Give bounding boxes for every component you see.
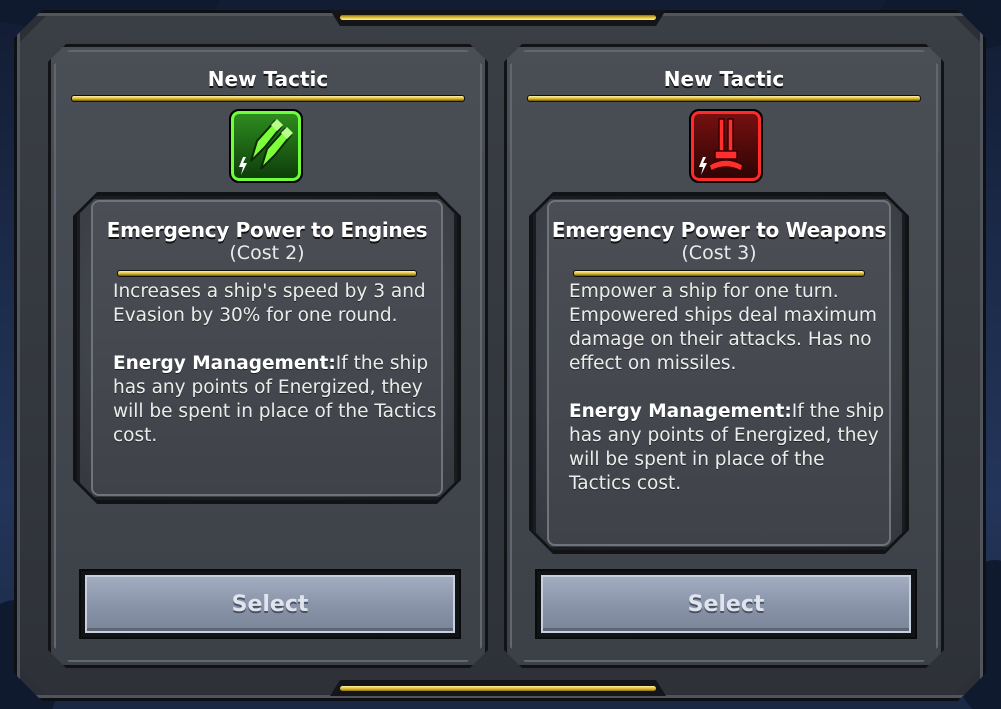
card-header: New Tactic [663, 67, 785, 91]
select-weapons-button[interactable]: Select [541, 575, 911, 633]
card-header: New Tactic [207, 67, 329, 91]
tactic-name: Emergency Power to Weapons [551, 218, 887, 242]
mechanic-label: Energy Management: [569, 401, 792, 422]
header-divider [71, 95, 465, 102]
tactic-description-panel: Emergency Power to Engines (Cost 2) Incr… [73, 192, 461, 504]
tactic-description: Empower a ship for one turn. Empowered s… [569, 280, 885, 520]
select-engines-button[interactable]: Select [85, 575, 455, 633]
tactic-cost: (Cost 3) [681, 242, 757, 264]
frame-bottom-accent [330, 680, 666, 696]
description-divider [573, 270, 865, 277]
select-button-frame: Select [535, 569, 917, 639]
tactic-effect-text: Empower a ship for one turn. Empowered s… [569, 281, 877, 374]
frame-top-accent [330, 10, 666, 26]
tactic-effect-text: Increases a ship's speed by 3 and Evasio… [113, 281, 426, 326]
header-divider [527, 95, 921, 102]
weapons-power-icon [689, 109, 763, 183]
tactic-mechanic: Energy Management:If the ship has any po… [113, 352, 437, 448]
description-divider [117, 270, 417, 277]
engines-boost-icon [229, 109, 303, 183]
tactic-name: Emergency Power to Engines [106, 218, 428, 242]
tactic-description: Increases a ship's speed by 3 and Evasio… [113, 280, 437, 472]
tactic-cost: (Cost 2) [229, 242, 305, 264]
tactic-description-panel: Emergency Power to Weapons (Cost 3) Empo… [529, 192, 909, 554]
tactic-card-engines: New Tactic Emergency Power to Engines (C… [48, 44, 488, 668]
tactic-card-weapons: New Tactic Emergency Power to Weapons (C… [504, 44, 944, 668]
tactic-mechanic: Energy Management:If the ship has any po… [569, 400, 885, 496]
mechanic-label: Energy Management: [113, 353, 336, 374]
select-button-frame: Select [79, 569, 461, 639]
